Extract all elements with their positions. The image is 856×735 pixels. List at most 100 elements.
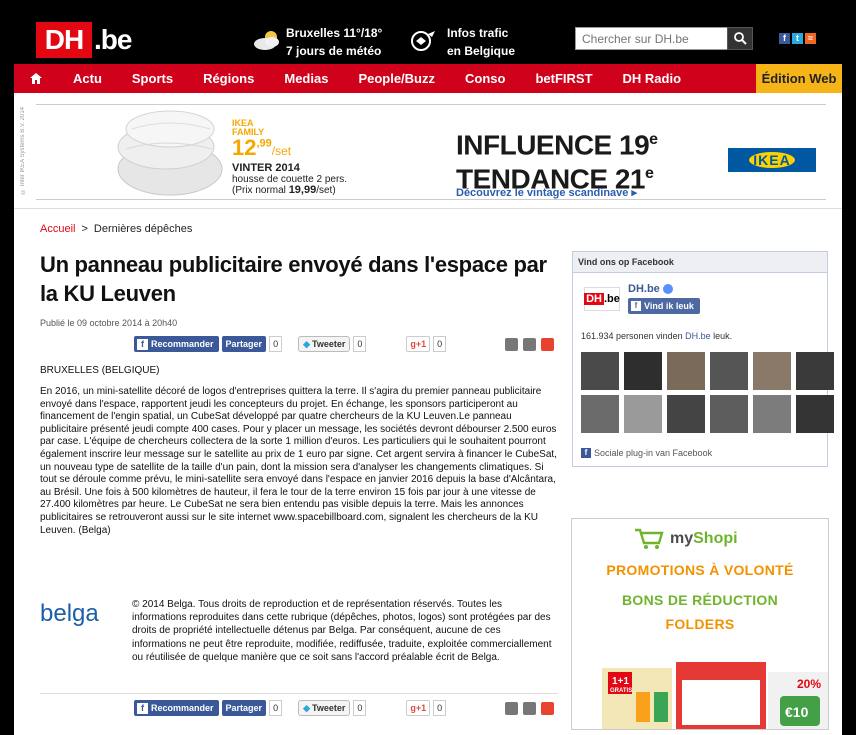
facebook-like-button[interactable]: f Vind ik leuk: [628, 298, 700, 314]
belga-logo-text: belga: [40, 600, 99, 627]
fans-text-after: leuk.: [710, 331, 733, 341]
more-share-icon[interactable]: [541, 701, 554, 715]
rss-icon[interactable]: ≈: [805, 33, 816, 44]
main-nav: Actu Sports Régions Medias People/Buzz C…: [14, 64, 842, 93]
normal-price-label: (Prix normal: [232, 185, 289, 196]
ikea-logo-text: IKEA: [749, 152, 795, 168]
breadcrumb-separator: >: [81, 223, 88, 235]
facebook-plugin-label[interactable]: f Sociale plug-in van Facebook: [581, 448, 712, 458]
tweet-button[interactable]: ◆ Tweeter: [298, 700, 351, 716]
myshopi-logo: myShopi: [634, 528, 738, 550]
traffic-title: Infos trafic: [447, 26, 509, 40]
twitter-bird-icon: ◆: [303, 338, 310, 349]
myshopi-ad[interactable]: myShopi PROMOTIONS À VOLONTÉ BONS DE RÉD…: [571, 518, 829, 730]
weather-widget[interactable]: Bruxelles 11°/18° 7 jours de météo: [286, 24, 382, 60]
logo-mark: DH: [36, 22, 92, 58]
fan-avatar[interactable]: [710, 352, 748, 390]
email-icon[interactable]: [523, 701, 536, 715]
recommend-label: Recommander: [151, 339, 214, 349]
facebook-page-avatar[interactable]: DH .be: [584, 287, 620, 311]
facebook-recommend-button[interactable]: f Recommander: [134, 700, 219, 716]
fan-avatar[interactable]: [667, 395, 705, 433]
fan-avatar[interactable]: [581, 395, 619, 433]
facebook-icon: f: [581, 448, 591, 458]
top-bar: DH .be Bruxelles 11°/18° 7 jours de mété…: [14, 0, 842, 64]
social-links: f t ≈: [779, 33, 816, 44]
home-button[interactable]: [14, 64, 58, 93]
ad-line-coupons: BONS DE RÉDUCTION: [622, 592, 778, 608]
promo-price: 12,99/set: [232, 135, 291, 161]
share-bar-top: f Recommander Partager 0 ◆ Tweeter 0 g +1 0: [134, 333, 554, 355]
like-label: Vind ik leuk: [644, 301, 694, 311]
ad-line-promotions: PROMOTIONS À VOLONTÉ: [606, 562, 794, 578]
tweet-button[interactable]: ◆ Tweeter: [298, 336, 351, 352]
edition-web-button[interactable]: Édition Web: [756, 64, 842, 93]
facebook-icon[interactable]: f: [779, 33, 790, 44]
home-icon: [30, 73, 42, 84]
article-body: En 2016, un mini-satellite décoré de log…: [40, 386, 557, 536]
fan-avatar[interactable]: [753, 352, 791, 390]
fan-avatar[interactable]: [624, 395, 662, 433]
ikea-banner-ad[interactable]: © Inter IKEA Systems B.V. 2014 IKEA FAMI…: [14, 93, 842, 209]
fan-avatar[interactable]: [753, 395, 791, 433]
banner-cta-link[interactable]: Découvrez le vintage scandinave ▸: [456, 186, 637, 199]
fans-text-before: personen vinden: [613, 331, 686, 341]
breadcrumb-home-link[interactable]: Accueil: [40, 223, 75, 235]
fan-avatar[interactable]: [624, 352, 662, 390]
print-icon[interactable]: [505, 701, 518, 715]
fan-avatar[interactable]: [581, 352, 619, 390]
publish-date: Publié le 09 octobre 2014 à 20h40: [40, 318, 178, 328]
banner-headline: INFLUENCE 19e TENDANCE 21e: [456, 125, 658, 193]
weather-city-temp: Bruxelles 11°/18°: [286, 26, 383, 40]
nav-item-regions[interactable]: Régions: [188, 64, 269, 93]
facebook-icon: f: [631, 301, 641, 311]
nav-item-dh-radio[interactable]: DH Radio: [608, 64, 697, 93]
banner-credit: © Inter IKEA Systems B.V. 2014: [20, 107, 26, 194]
more-share-icon[interactable]: [541, 337, 554, 351]
facebook-share-button[interactable]: Partager: [221, 700, 267, 716]
fan-avatar[interactable]: [710, 395, 748, 433]
product-info: VINTER 2014 housse de couette 2 pers. (P…: [232, 162, 347, 197]
logo-suffix: .be: [94, 24, 132, 55]
facebook-fans-grid: [581, 352, 834, 433]
gplus-count: 0: [433, 336, 447, 352]
traffic-icon: [411, 31, 435, 51]
promo-badge-sub: GRATIS: [610, 688, 632, 694]
brand-prefix: my: [670, 530, 694, 547]
print-icon[interactable]: [505, 337, 518, 351]
facebook-share-button[interactable]: Partager: [221, 336, 267, 352]
search-input[interactable]: [575, 27, 737, 50]
headline-line1: INFLUENCE 19: [456, 129, 650, 161]
nav-item-medias[interactable]: Medias: [269, 64, 343, 93]
nav-item-people-buzz[interactable]: People/Buzz: [343, 64, 450, 93]
facebook-recommend-button[interactable]: f Recommander: [134, 336, 219, 352]
promo-badge-text: 1+1: [612, 676, 629, 687]
search-button[interactable]: [727, 27, 753, 50]
ikea-logo: IKEA: [728, 148, 816, 172]
site-logo[interactable]: DH .be: [36, 22, 132, 58]
traffic-subtitle: en Belgique: [447, 44, 516, 58]
fans-page-link[interactable]: DH.be: [685, 331, 711, 341]
nav-item-sports[interactable]: Sports: [117, 64, 188, 93]
fan-avatar[interactable]: [796, 352, 834, 390]
headline-line2-sup: e: [644, 165, 654, 183]
facebook-page-name[interactable]: DH.be: [628, 283, 673, 295]
divider: [40, 693, 558, 694]
fans-number: 161.934: [581, 331, 614, 341]
nav-item-conso[interactable]: Conso: [450, 64, 520, 93]
product-name: VINTER 2014: [232, 162, 300, 174]
email-icon[interactable]: [523, 337, 536, 351]
twitter-icon[interactable]: t: [792, 33, 803, 44]
facebook-widget-header: Vind ons op Facebook: [573, 252, 827, 273]
belga-logo: belga: [40, 600, 99, 627]
tweet-count: 0: [353, 700, 367, 716]
breadcrumb-current[interactable]: Dernières dépêches: [94, 223, 192, 235]
nav-item-betfirst[interactable]: betFIRST: [520, 64, 607, 93]
traffic-widget[interactable]: Infos trafic en Belgique: [447, 24, 515, 60]
google-plus-button[interactable]: g +1: [406, 336, 431, 352]
fan-avatar[interactable]: [667, 352, 705, 390]
google-plus-button[interactable]: g +1: [406, 700, 431, 716]
nav-item-actu[interactable]: Actu: [58, 64, 117, 93]
article-tools: [505, 337, 554, 351]
fan-avatar[interactable]: [796, 395, 834, 433]
